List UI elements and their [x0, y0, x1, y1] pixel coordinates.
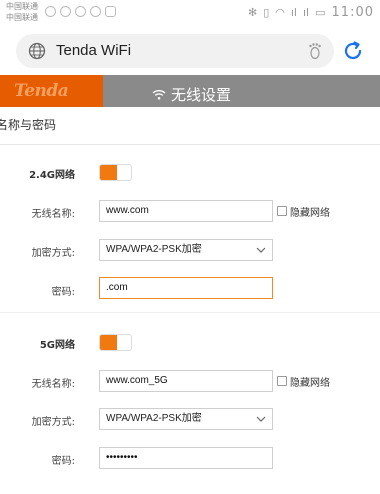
hide-ssid-5-checkbox[interactable]	[277, 376, 287, 386]
ssid-24-input[interactable]: www.com	[99, 200, 273, 222]
signal-icon: ıl	[303, 6, 310, 19]
ssid-24-label: 无线名称:	[31, 209, 75, 220]
logo-text: Tenda	[14, 81, 69, 101]
bluetooth-icon: ✻	[247, 6, 258, 19]
band-divider	[0, 312, 380, 313]
security-24-label: 加密方式:	[31, 248, 75, 259]
security-5-select[interactable]: WPA/WPA2-PSK加密	[99, 408, 273, 430]
page-title: 无线设置	[171, 86, 232, 104]
hide-ssid-24-checkbox[interactable]	[277, 206, 287, 216]
password-24-label: 密码:	[51, 287, 75, 298]
clock: 11:00	[331, 5, 374, 20]
carrier-label-1: 中国联通	[6, 2, 38, 11]
notification-icon	[45, 6, 56, 17]
tenda-logo: Tenda	[0, 75, 103, 107]
globe-icon	[28, 42, 46, 60]
security-24-select[interactable]: WPA/WPA2-PSK加密	[99, 239, 273, 261]
hide-ssid-5-label: 隐藏网络	[290, 378, 330, 389]
section-title: 名称与密码	[0, 114, 380, 136]
notification-icon	[90, 6, 101, 17]
browser-toolbar: Tenda WiFi	[0, 28, 380, 74]
band-24-label: 2.4G网络	[29, 170, 75, 181]
hide-ssid-24-label: 隐藏网络	[290, 208, 330, 219]
notification-icons	[45, 6, 116, 17]
status-bar: 中国联通 中国联通 ✻ ▯ ◠ ıl ıl ▭ 11:00	[0, 0, 380, 26]
refresh-icon[interactable]	[342, 40, 364, 62]
vibrate-icon: ▯	[263, 6, 270, 19]
security-5-label: 加密方式:	[31, 417, 75, 428]
security-24-value: WPA/WPA2-PSK加密	[106, 244, 202, 255]
router-header: Tenda 无线设置	[0, 75, 380, 107]
band-5-toggle[interactable]	[99, 334, 132, 351]
notification-icon	[75, 6, 86, 17]
security-5-value: WPA/WPA2-PSK加密	[106, 413, 202, 424]
url-text: Tenda WiFi	[56, 42, 132, 59]
wifi-icon	[152, 90, 166, 100]
notification-icon	[105, 6, 116, 17]
signal-icon: ıl	[290, 6, 297, 19]
toggle-on-indicator	[100, 165, 117, 180]
notification-icon	[60, 6, 71, 17]
section-divider	[0, 144, 380, 145]
section-title-text: 名称与密码	[0, 118, 57, 132]
password-5-label: 密码:	[51, 456, 75, 467]
system-icons: ✻ ▯ ◠ ıl ıl ▭ 11:00	[248, 5, 374, 20]
ssid-5-label: 无线名称:	[31, 379, 75, 390]
password-5-input[interactable]: •••••••••	[99, 447, 273, 469]
chevron-down-icon	[256, 247, 266, 253]
footprint-icon[interactable]	[306, 42, 324, 60]
ssid-5-input[interactable]: www.com_5G	[99, 370, 273, 392]
password-24-input[interactable]: .com	[99, 277, 273, 299]
battery-icon: ▭	[315, 6, 326, 19]
wifi-status-icon: ◠	[275, 6, 285, 19]
address-bar[interactable]: Tenda WiFi	[16, 34, 334, 68]
band-5-label: 5G网络	[39, 340, 75, 351]
toggle-on-indicator	[100, 335, 117, 350]
band-24-toggle[interactable]	[99, 164, 132, 181]
carrier-label-2: 中国联通	[6, 13, 38, 22]
chevron-down-icon	[256, 416, 266, 422]
